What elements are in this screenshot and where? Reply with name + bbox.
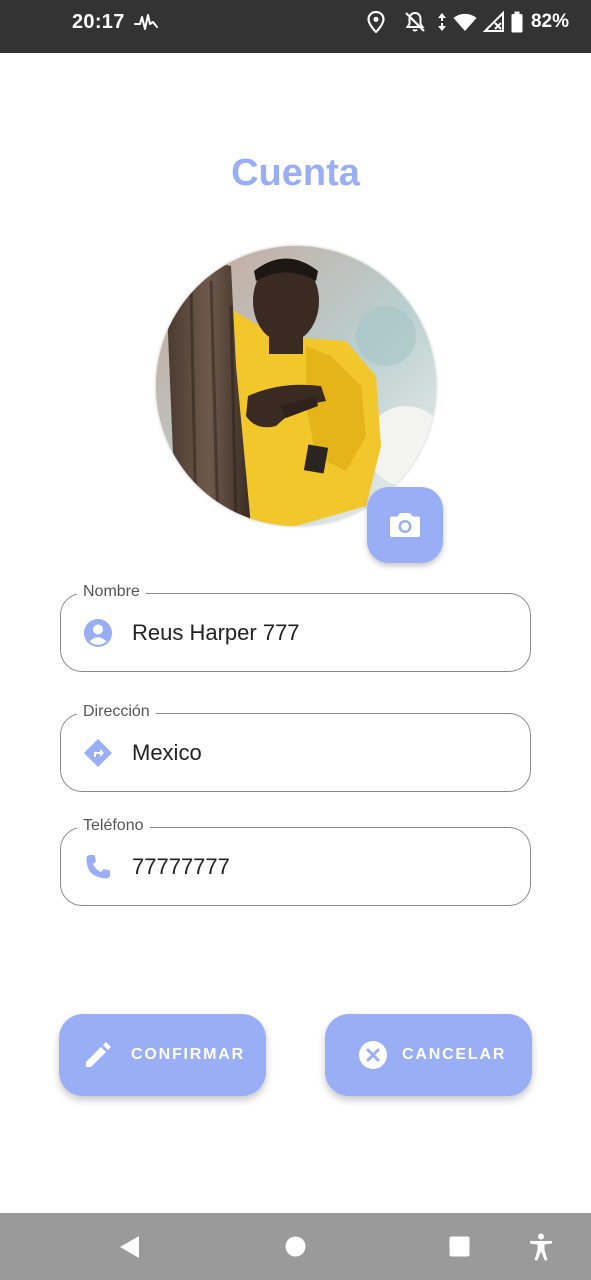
telefono-value[interactable]: 77777777 (132, 853, 230, 881)
nombre-field[interactable]: Nombre Reus Harper 777 (60, 582, 531, 672)
cancel-icon (359, 1041, 387, 1069)
person-icon (84, 619, 112, 647)
status-icons: 82% (367, 10, 569, 34)
status-time: 20:17 (72, 11, 125, 33)
telefono-label: Teléfono (77, 816, 150, 836)
directions-icon (84, 739, 112, 767)
direccion-value[interactable]: Mexico (132, 739, 202, 767)
status-bar: 20:17 82% (0, 0, 591, 53)
battery-icon (511, 11, 523, 33)
activity-icon (134, 14, 158, 30)
nombre-value[interactable]: Reus Harper 777 (132, 619, 300, 647)
direccion-label: Dirección (77, 702, 156, 722)
nombre-label: Nombre (77, 582, 146, 602)
recents-icon[interactable] (449, 1236, 470, 1257)
wifi-icon (453, 13, 477, 31)
confirm-button[interactable]: CONFIRMAR (59, 1014, 266, 1096)
confirm-label: CONFIRMAR (131, 1046, 245, 1063)
accessibility-icon[interactable] (529, 1233, 553, 1261)
home-icon[interactable] (284, 1235, 307, 1258)
notifications-off-icon (405, 11, 425, 32)
phone-icon (86, 855, 110, 879)
cancel-button[interactable]: CANCELAR (325, 1014, 532, 1096)
cancel-label: CANCELAR (402, 1046, 507, 1063)
change-photo-button[interactable] (367, 487, 443, 563)
back-icon[interactable] (119, 1235, 141, 1259)
camera-icon (390, 513, 420, 537)
profile-avatar (156, 246, 436, 526)
direccion-field[interactable]: Dirección Mexico (60, 702, 531, 792)
edit-icon (86, 1042, 111, 1067)
location-icon (367, 11, 385, 33)
page-title: Cuenta (231, 152, 360, 194)
telefono-field[interactable]: Teléfono 77777777 (60, 816, 531, 906)
battery-percentage: 82% (530, 11, 569, 32)
profile-photo (156, 246, 436, 526)
no-signal-icon (482, 11, 504, 32)
data-arrows-icon (437, 13, 446, 31)
navigation-bar (0, 1213, 591, 1280)
